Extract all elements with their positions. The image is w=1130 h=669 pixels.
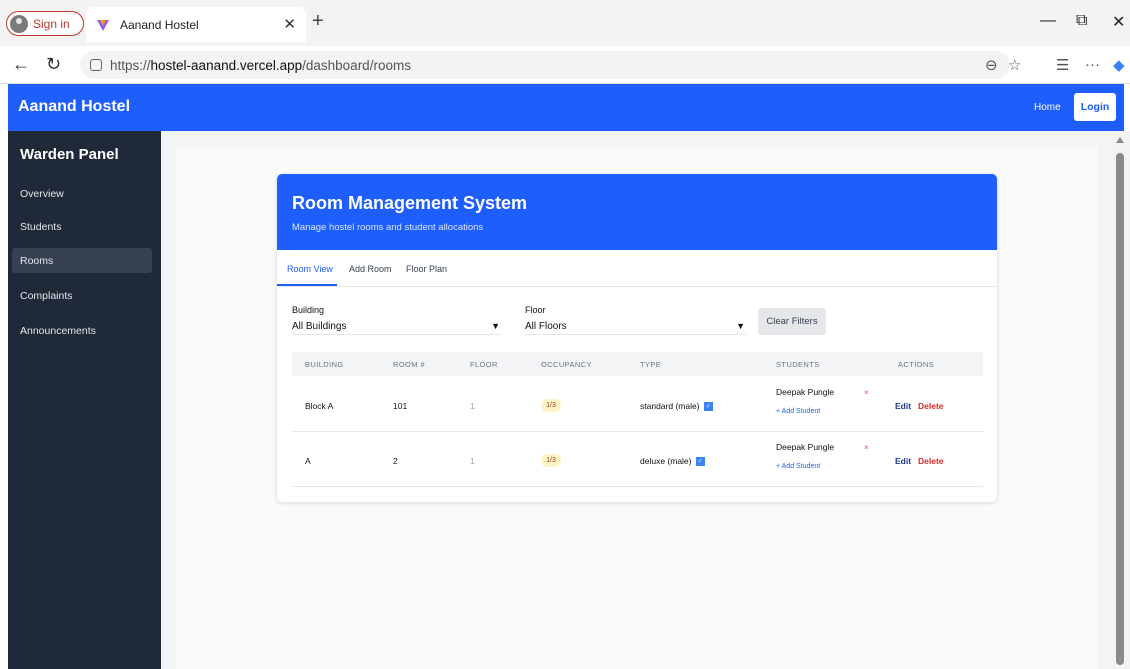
cell-building: A: [305, 456, 311, 466]
sidebar-item-rooms[interactable]: Rooms: [12, 248, 152, 273]
male-icon: ♂: [703, 402, 713, 412]
cell-building: Block A: [305, 401, 334, 411]
building-select[interactable]: All Buildings ▼: [292, 319, 502, 335]
col-building: BUILDING: [305, 360, 344, 369]
delete-button[interactable]: Delete: [918, 401, 944, 411]
card-tabs: Room View Add Room Floor Plan: [277, 250, 997, 287]
browser-address-bar: ← ↻ https://hostel-aanand.vercel.app/das…: [0, 46, 1130, 84]
table-header: BUILDING ROOM # FLOOR OCCUPANCY TYPE STU…: [292, 352, 983, 376]
floor-filter-label: Floor: [525, 305, 546, 315]
close-window-icon[interactable]: ✕: [1112, 12, 1125, 32]
building-select-value: All Buildings: [292, 321, 347, 332]
cell-type: deluxe (male) ♂: [640, 456, 705, 467]
browser-sign-in-button[interactable]: Sign in: [6, 11, 84, 36]
refresh-icon[interactable]: ↻: [46, 54, 61, 75]
col-occupancy: OCCUPANCY: [541, 360, 592, 369]
browser-tab[interactable]: Aanand Hostel ✕: [86, 7, 306, 42]
card-subtitle: Manage hostel rooms and student allocati…: [292, 222, 484, 233]
scrollbar-thumb[interactable]: [1116, 153, 1124, 665]
url-path: /dashboard/rooms: [302, 57, 411, 73]
male-icon: ♂: [695, 457, 705, 467]
cell-floor: 1: [470, 401, 475, 411]
browser-tab-bar: Sign in Aanand Hostel ✕ + — ⧉ ✕: [0, 0, 1130, 46]
cell-room: 101: [393, 401, 408, 411]
url-host: hostel-aanand.vercel.app: [150, 57, 303, 73]
tab-room-view[interactable]: Room View: [287, 264, 333, 274]
sidebar-item-overview[interactable]: Overview: [12, 181, 152, 206]
scroll-up-icon[interactable]: [1116, 137, 1124, 143]
type-label: standard (male): [640, 401, 700, 411]
url-field[interactable]: https://hostel-aanand.vercel.app/dashboa…: [80, 51, 1010, 79]
student-name: Deepak Pungle: [776, 442, 835, 452]
room-management-card: Room Management System Manage hostel roo…: [277, 174, 997, 502]
type-label: deluxe (male): [640, 456, 692, 466]
sidebar-item-students[interactable]: Students: [12, 214, 152, 239]
lock-icon: [90, 59, 102, 71]
col-actions: ACTIONS: [898, 360, 935, 369]
sidebar: Warden Panel Overview Students Rooms Com…: [8, 131, 161, 669]
edit-button[interactable]: Edit: [895, 401, 911, 411]
vercel-favicon-icon: [97, 19, 109, 31]
home-link[interactable]: Home: [1034, 102, 1061, 113]
favorites-list-icon[interactable]: ☰: [1056, 56, 1069, 74]
add-student-link[interactable]: + Add Student: [776, 408, 820, 415]
cell-type: standard (male) ♂: [640, 401, 713, 412]
card-title: Room Management System: [292, 193, 528, 213]
col-type: TYPE: [640, 360, 662, 369]
minimize-icon[interactable]: —: [1040, 12, 1056, 30]
tab-title: Aanand Hostel: [120, 17, 199, 32]
cell-floor: 1: [470, 456, 475, 466]
sign-in-label: Sign in: [33, 16, 70, 31]
floor-select[interactable]: All Floors ▼: [525, 319, 747, 335]
brand-title[interactable]: Aanand Hostel: [18, 98, 130, 116]
tab-floor-plan[interactable]: Floor Plan: [406, 264, 447, 274]
clear-filters-button[interactable]: Clear Filters: [758, 308, 826, 335]
remove-student-icon[interactable]: ×: [864, 443, 869, 452]
col-students: STUDENTS: [776, 360, 820, 369]
col-room: ROOM #: [393, 360, 425, 369]
back-arrow-icon[interactable]: ←: [12, 54, 30, 75]
chevron-down-icon: ▼: [491, 321, 500, 331]
favorite-star-icon[interactable]: ☆: [1008, 56, 1021, 74]
more-menu-icon[interactable]: ···: [1085, 56, 1100, 73]
page-scrollbar[interactable]: [1112, 131, 1130, 669]
login-button[interactable]: Login: [1074, 93, 1116, 121]
remove-student-icon[interactable]: ×: [864, 388, 869, 397]
zoom-icon[interactable]: ⊖: [985, 56, 998, 74]
url-prefix: https://: [110, 57, 151, 73]
active-tab-underline: [277, 284, 337, 286]
chevron-down-icon: ▼: [736, 321, 745, 331]
card-header: Room Management System Manage hostel roo…: [277, 174, 997, 250]
delete-button[interactable]: Delete: [918, 456, 944, 466]
occupancy-badge: 1/3: [541, 454, 561, 467]
copilot-icon[interactable]: ◆: [1113, 56, 1125, 74]
profile-icon: [10, 14, 28, 33]
restore-icon[interactable]: ⧉: [1076, 12, 1087, 30]
cell-room: 2: [393, 456, 398, 466]
edit-button[interactable]: Edit: [895, 456, 911, 466]
table-row: A 2 1 1/3 deluxe (male) ♂ Deepak Pungle ×…: [292, 432, 983, 487]
tab-add-room[interactable]: Add Room: [349, 264, 392, 274]
floor-select-value: All Floors: [525, 321, 567, 332]
col-floor: FLOOR: [470, 360, 498, 369]
add-student-link[interactable]: + Add Student: [776, 463, 820, 470]
sidebar-item-announcements[interactable]: Announcements: [12, 318, 152, 343]
table-row: Block A 101 1 1/3 standard (male) ♂ Deepa…: [292, 377, 983, 432]
new-tab-icon[interactable]: +: [312, 10, 324, 33]
close-tab-icon[interactable]: ✕: [283, 15, 296, 33]
sidebar-title: Warden Panel: [20, 146, 119, 163]
student-name: Deepak Pungle: [776, 387, 835, 397]
occupancy-badge: 1/3: [541, 399, 561, 412]
sidebar-item-complaints[interactable]: Complaints: [12, 283, 152, 308]
app-header: Aanand Hostel Home Login: [8, 84, 1124, 131]
building-filter-label: Building: [292, 305, 325, 315]
